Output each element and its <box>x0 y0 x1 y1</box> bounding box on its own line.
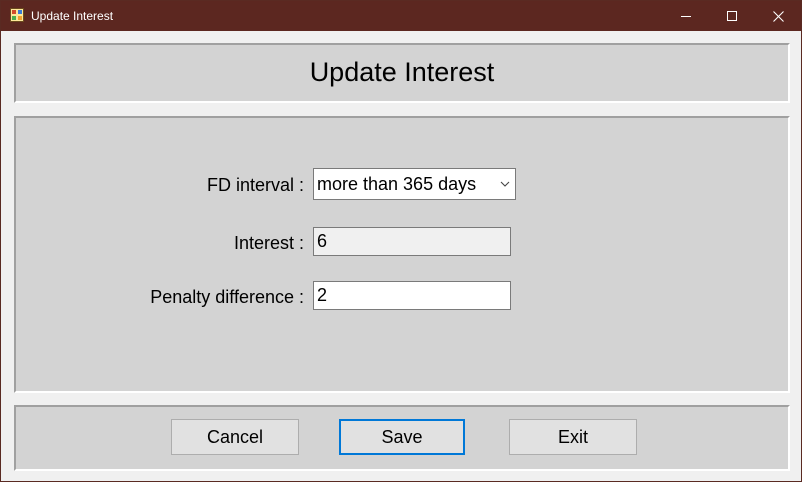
window-title: Update Interest <box>31 9 114 23</box>
fd-interval-dropdown[interactable]: more than 365 days <box>313 168 516 200</box>
app-form-icon <box>10 8 24 22</box>
chevron-down-icon <box>500 181 510 187</box>
close-icon <box>772 10 784 22</box>
minimize-button[interactable] <box>663 1 709 31</box>
page-title: Update Interest <box>309 57 495 87</box>
header-panel: Update Interest <box>14 43 790 103</box>
penalty-difference-field[interactable] <box>313 281 511 310</box>
maximize-icon <box>727 11 737 21</box>
maximize-button[interactable] <box>709 1 755 31</box>
close-button[interactable] <box>755 1 801 31</box>
exit-button[interactable]: Exit <box>509 419 637 455</box>
app-window: Update Interest Update Interest FD inter… <box>0 0 802 482</box>
fd-interval-selected-value: more than 365 days <box>317 174 477 194</box>
button-panel: Cancel Save Exit <box>14 405 790 471</box>
save-button[interactable]: Save <box>339 419 465 455</box>
cancel-button[interactable]: Cancel <box>171 419 299 455</box>
penalty-difference-label: Penalty difference : <box>150 287 304 307</box>
interest-field[interactable] <box>313 227 511 256</box>
minimize-icon <box>681 16 691 17</box>
title-bar[interactable]: Update Interest <box>1 1 801 31</box>
form-panel: FD interval : more than 365 days Interes… <box>14 116 790 393</box>
interest-label: Interest : <box>233 233 304 253</box>
fd-interval-label: FD interval : <box>206 175 304 195</box>
